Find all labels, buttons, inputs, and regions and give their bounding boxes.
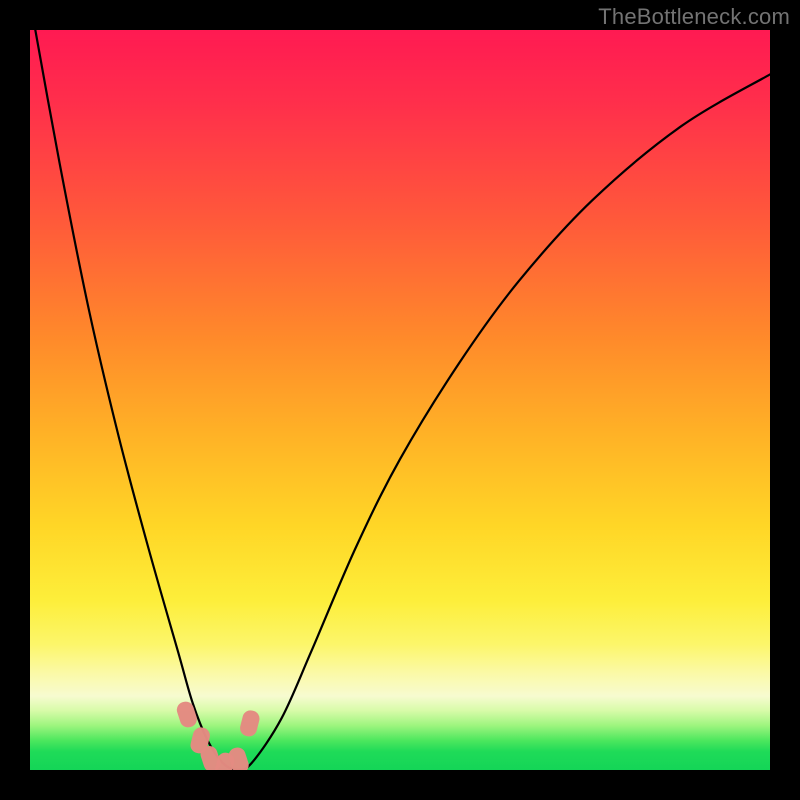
- watermark-text: TheBottleneck.com: [598, 4, 790, 30]
- plot-area: [30, 30, 770, 770]
- marker-cluster: [175, 700, 261, 770]
- valley-marker: [238, 709, 261, 738]
- valley-marker: [175, 700, 199, 730]
- chart-frame: TheBottleneck.com: [0, 0, 800, 800]
- bottleneck-curve: [30, 30, 770, 770]
- curve-layer: [30, 30, 770, 770]
